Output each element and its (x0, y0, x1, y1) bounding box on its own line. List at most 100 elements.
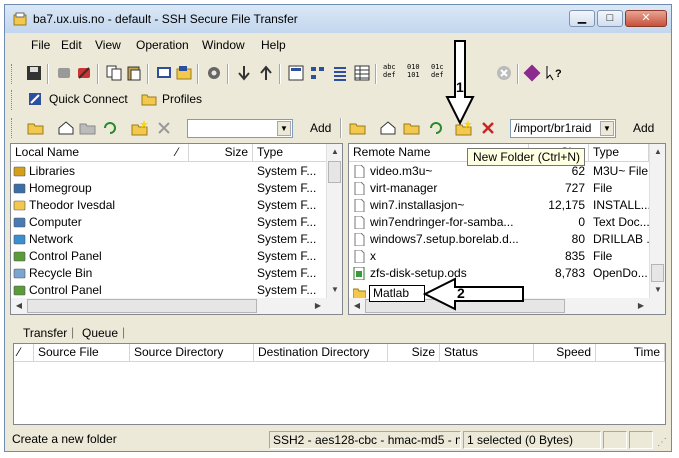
upload-icon[interactable] (257, 64, 275, 82)
remote-up-folder-icon[interactable] (349, 119, 367, 137)
remote-list-item[interactable]: windows7.setup.borelab.d... 80 DRILLAB ... (349, 231, 649, 248)
ascii-mode-icon[interactable]: abc def (383, 63, 403, 81)
annotation-marker-2: 2 (457, 285, 465, 301)
remote-list-item[interactable]: x 835 File (349, 248, 649, 265)
remote-folder-icon[interactable] (403, 119, 421, 137)
speed-header[interactable]: Speed (534, 344, 596, 362)
local-home-icon[interactable] (57, 119, 75, 137)
local-type-header[interactable]: Type (253, 144, 327, 162)
menu-file[interactable]: File (31, 38, 50, 52)
local-size-header[interactable]: Size (189, 144, 253, 162)
maximize-button[interactable]: □ (597, 10, 623, 27)
remote-vertical-scrollbar[interactable]: ▲ ▼ (649, 144, 665, 298)
local-list-item[interactable]: Libraries System F... (11, 163, 326, 180)
remote-home-icon[interactable] (379, 119, 397, 137)
close-button[interactable]: ✕ (625, 10, 667, 27)
chevron-down-icon[interactable]: ▼ (277, 121, 291, 136)
remote-add-button[interactable]: Add (633, 121, 654, 135)
remote-refresh-icon[interactable] (427, 119, 445, 137)
list-view-icon[interactable] (331, 64, 349, 82)
remote-list-item[interactable]: win7.installasjon~ 12,175 INSTALL... (349, 197, 649, 214)
context-help-icon[interactable]: ? (545, 64, 563, 82)
local-list-item[interactable]: Homegroup System F... (11, 180, 326, 197)
download-icon[interactable] (235, 64, 253, 82)
scroll-up-icon[interactable]: ▲ (650, 144, 665, 160)
menu-window[interactable]: Window (202, 38, 245, 52)
help-topics-icon[interactable] (523, 64, 541, 82)
scroll-left-icon[interactable]: ◀ (349, 298, 365, 314)
shortcut-bar: Quick Connect Profiles (5, 88, 671, 112)
local-item-type: System F... (257, 249, 317, 263)
binary-mode-icon[interactable]: 010 101 (407, 63, 427, 81)
scroll-right-icon[interactable]: ▶ (633, 298, 649, 314)
quick-connect-button[interactable]: Quick Connect (49, 92, 128, 106)
tab-transfer[interactable]: Transfer (23, 326, 67, 340)
spreadsheet-icon (353, 267, 365, 280)
remote-list-item[interactable]: win7endringer-for-samba... 0 Text Doc... (349, 214, 649, 231)
source-file-header[interactable]: Source File (34, 344, 130, 362)
local-list-item[interactable]: Control Panel System F... (11, 248, 326, 265)
local-refresh-icon[interactable] (101, 119, 119, 137)
tab-queue[interactable]: Queue (82, 326, 118, 340)
scroll-down-icon[interactable]: ▼ (327, 282, 342, 298)
menu-edit[interactable]: Edit (61, 38, 82, 52)
large-icons-icon[interactable] (287, 64, 305, 82)
profiles-button[interactable]: Profiles (162, 92, 202, 106)
local-path-combo[interactable]: ▼ (187, 119, 293, 138)
scroll-left-icon[interactable]: ◀ (11, 298, 27, 314)
new-terminal-icon[interactable] (155, 64, 173, 82)
sort-indicator[interactable]: ⁄ (14, 344, 34, 362)
details-view-icon[interactable] (353, 64, 371, 82)
local-up-folder-icon[interactable] (27, 119, 45, 137)
settings-icon[interactable] (205, 64, 223, 82)
connect-icon[interactable] (75, 64, 93, 82)
local-list-item[interactable]: Computer System F... (11, 214, 326, 231)
destination-directory-header[interactable]: Destination Directory (254, 344, 388, 362)
resize-grip-icon[interactable]: ⋰ (657, 437, 667, 448)
copy-icon[interactable] (105, 64, 123, 82)
local-vertical-scrollbar[interactable]: ▲ ▼ (326, 144, 342, 298)
scroll-up-icon[interactable]: ▲ (327, 144, 342, 160)
file-icon (354, 165, 365, 178)
local-new-folder-icon[interactable] (131, 119, 149, 137)
time-header[interactable]: Time (596, 344, 665, 362)
local-name-header[interactable]: Local Name ⁄ (11, 144, 189, 162)
remote-type-header[interactable]: Type (589, 144, 649, 162)
local-list-item[interactable]: Theodor Ivesdal System F... (11, 197, 326, 214)
scroll-right-icon[interactable]: ▶ (310, 298, 326, 314)
disconnect-icon[interactable] (55, 64, 73, 82)
local-list-item[interactable]: Control Panel System F... (11, 282, 326, 299)
small-icons-icon[interactable] (309, 64, 327, 82)
remote-item-size: 8,783 (554, 266, 585, 280)
scroll-down-icon[interactable]: ▼ (650, 282, 665, 298)
menu-help[interactable]: Help (261, 38, 286, 52)
remote-path-combo[interactable]: /import/br1raid ▼ (510, 119, 616, 138)
save-icon[interactable] (25, 64, 43, 82)
local-file-panel: Local Name ⁄ Size Type Libraries System F.… (10, 143, 343, 315)
status-header[interactable]: Status (440, 344, 534, 362)
stop-icon[interactable] (495, 64, 513, 82)
local-delete-icon[interactable] (155, 119, 173, 137)
local-folder-disabled-icon[interactable] (79, 119, 97, 137)
scroll-thumb[interactable] (651, 264, 664, 282)
minimize-button[interactable]: ▁ (569, 10, 595, 27)
chevron-down-icon[interactable]: ▼ (600, 121, 614, 136)
title-bar[interactable]: ba7.ux.uis.no - default - SSH Secure Fil… (5, 5, 671, 33)
folder-name-input[interactable]: Matlab (369, 285, 425, 302)
local-add-button[interactable]: Add (310, 121, 331, 135)
scroll-thumb[interactable] (27, 299, 257, 313)
menu-view[interactable]: View (95, 38, 121, 52)
local-horizontal-scrollbar[interactable]: ◀ ▶ (11, 298, 342, 314)
local-list-item[interactable]: Network System F... (11, 231, 326, 248)
source-directory-header[interactable]: Source Directory (130, 344, 254, 362)
local-list-item[interactable]: Recycle Bin System F... (11, 265, 326, 282)
scroll-thumb[interactable] (328, 161, 341, 183)
remote-list-item[interactable]: virt-manager 727 File (349, 180, 649, 197)
local-item-name: Theodor Ivesdal (29, 198, 116, 212)
new-file-transfer-icon[interactable] (175, 64, 193, 82)
file-icon (354, 199, 365, 212)
paste-icon[interactable] (125, 64, 143, 82)
size-header[interactable]: Size (388, 344, 440, 362)
menu-operation[interactable]: Operation (136, 38, 189, 52)
remote-delete-icon[interactable] (479, 119, 497, 137)
